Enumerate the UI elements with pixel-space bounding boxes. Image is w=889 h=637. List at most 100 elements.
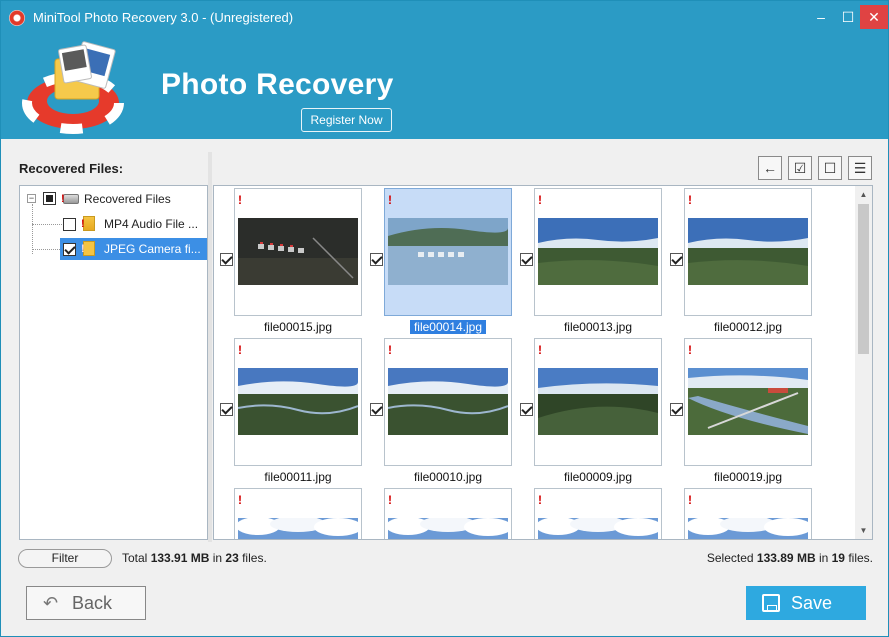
back-arrow-icon: ↶	[43, 593, 59, 613]
warning-icon: !	[238, 193, 242, 207]
warning-icon: !	[688, 193, 692, 207]
thumbnail-checkbox[interactable]	[520, 253, 533, 266]
title-bar: MiniTool Photo Recovery 3.0 - (Unregiste…	[1, 1, 888, 33]
photo-thumbnail	[538, 518, 658, 539]
filter-button[interactable]: Filter	[18, 549, 112, 568]
tree-item-jpeg[interactable]: ! JPEG Camera fi...	[60, 238, 207, 260]
thumbnail-filename: file00012.jpg	[684, 320, 812, 334]
photo-thumbnail	[388, 518, 508, 539]
jpeg-checkbox[interactable]	[63, 243, 76, 256]
thumbnail-checkbox[interactable]	[520, 403, 533, 416]
filename-text: file00014.jpg	[409, 320, 487, 334]
back-arrow-button[interactable]: ←	[758, 156, 782, 180]
warning-icon: !	[688, 493, 692, 507]
vertical-scrollbar[interactable]: ▲ ▼	[855, 186, 872, 539]
save-label: Save	[791, 593, 833, 613]
thumbnail-card[interactable]: !	[534, 338, 662, 466]
thumbnail-filename: file00011.jpg	[234, 470, 362, 484]
thumbnail-checkbox[interactable]	[670, 253, 683, 266]
warning-icon: !	[388, 343, 392, 357]
thumbnail-card[interactable]: !	[684, 488, 812, 539]
warning-icon: !	[388, 193, 392, 207]
back-label: Back	[72, 593, 113, 613]
root-checkbox[interactable]	[43, 192, 56, 205]
filename-text: file00012.jpg	[713, 320, 783, 334]
minimize-button[interactable]: –	[808, 5, 834, 29]
warning-icon: !	[81, 218, 85, 230]
photo-recovery-logo-icon	[22, 41, 124, 134]
thumbnail-card[interactable]: !	[384, 188, 512, 316]
thumbnail-checkbox[interactable]	[370, 253, 383, 266]
check-all-button[interactable]: ☑	[788, 156, 812, 180]
list-view-button[interactable]: ☰	[848, 156, 872, 180]
thumbnail-checkbox[interactable]	[670, 403, 683, 416]
photo-thumbnail	[688, 368, 808, 435]
thumbnail-card[interactable]: !	[234, 488, 362, 539]
register-now-button[interactable]: Register Now	[301, 108, 392, 132]
thumbnail-filename: file00014.jpg	[384, 320, 512, 334]
scroll-down-icon[interactable]: ▼	[855, 522, 872, 539]
tree-item-mp4[interactable]: ! MP4 Audio File ...	[20, 213, 207, 235]
total-prefix: Total	[122, 551, 151, 565]
thumbnail-card[interactable]: !	[234, 188, 362, 316]
tree-item-label: JPEG Camera fi...	[104, 242, 201, 256]
thumbnail-card[interactable]: !	[684, 188, 812, 316]
thumbnail-card[interactable]: !	[384, 338, 512, 466]
close-button[interactable]: ✕	[860, 5, 888, 29]
pane-splitter[interactable]	[208, 152, 212, 542]
total-size: 133.91 MB	[150, 551, 210, 565]
header-banner: MiniTool Photo Recovery 3.0 - (Unregiste…	[1, 1, 888, 139]
scroll-thumb[interactable]	[858, 204, 869, 354]
tree-connector	[32, 249, 62, 250]
total-summary: Total 133.91 MB in 23 files.	[122, 551, 267, 565]
thumbnail-checkbox[interactable]	[370, 403, 383, 416]
thumbnail-card[interactable]: !	[234, 338, 362, 466]
filename-text: file00013.jpg	[563, 320, 633, 334]
thumbnail-card[interactable]: !	[684, 338, 812, 466]
save-button[interactable]: Save	[746, 586, 866, 620]
scroll-up-icon[interactable]: ▲	[855, 186, 872, 203]
photo-thumbnail	[388, 218, 508, 285]
total-count: 23	[225, 551, 239, 565]
tree-item-label: MP4 Audio File ...	[104, 217, 199, 231]
photo-thumbnail	[538, 368, 658, 435]
warning-icon: !	[238, 493, 242, 507]
thumbnail-filename: file00009.jpg	[534, 470, 662, 484]
thumbnail-card[interactable]: !	[534, 488, 662, 539]
selected-mid: in	[815, 551, 832, 565]
photo-thumbnail	[538, 218, 658, 285]
uncheck-all-button[interactable]: ☐	[818, 156, 842, 180]
tree-root-recovered-files[interactable]: − ! Recovered Files	[20, 188, 207, 210]
warning-icon: !	[238, 343, 242, 357]
thumbnail-filename: file00019.jpg	[684, 470, 812, 484]
recovered-files-label: Recovered Files:	[19, 161, 124, 176]
total-suffix: files.	[238, 551, 267, 565]
thumbnail-card[interactable]: !	[384, 488, 512, 539]
back-button[interactable]: ↶ Back	[26, 586, 146, 620]
file-type-icon	[83, 216, 95, 231]
warning-icon: !	[538, 193, 542, 207]
warning-icon: !	[388, 493, 392, 507]
thumbnail-filename: file00015.jpg	[234, 320, 362, 334]
thumbnail-checkbox[interactable]	[220, 253, 233, 266]
selected-size: 133.89 MB	[756, 551, 816, 565]
warning-icon: !	[538, 343, 542, 357]
photo-thumbnail	[388, 368, 508, 435]
filename-text: file00019.jpg	[713, 470, 783, 484]
window-title: MiniTool Photo Recovery 3.0 - (Unregiste…	[33, 10, 294, 25]
thumbnail-filename: file00013.jpg	[534, 320, 662, 334]
drive-icon	[63, 194, 79, 204]
thumbnail-checkbox[interactable]	[220, 403, 233, 416]
collapse-icon[interactable]: −	[27, 194, 36, 203]
app-window: MiniTool Photo Recovery 3.0 - (Unregiste…	[0, 0, 889, 637]
page-title: Photo Recovery	[161, 68, 394, 101]
filename-text: file00011.jpg	[264, 470, 332, 484]
maximize-button[interactable]: ☐	[835, 5, 861, 29]
mp4-checkbox[interactable]	[63, 218, 76, 231]
selected-summary: Selected 133.89 MB in 19 files.	[707, 551, 873, 565]
thumbnail-card[interactable]: !	[534, 188, 662, 316]
photo-thumbnail	[688, 518, 808, 539]
filename-text: file00010.jpg	[413, 470, 483, 484]
tree-root-label: Recovered Files	[84, 192, 171, 206]
warning-icon: !	[81, 243, 85, 255]
